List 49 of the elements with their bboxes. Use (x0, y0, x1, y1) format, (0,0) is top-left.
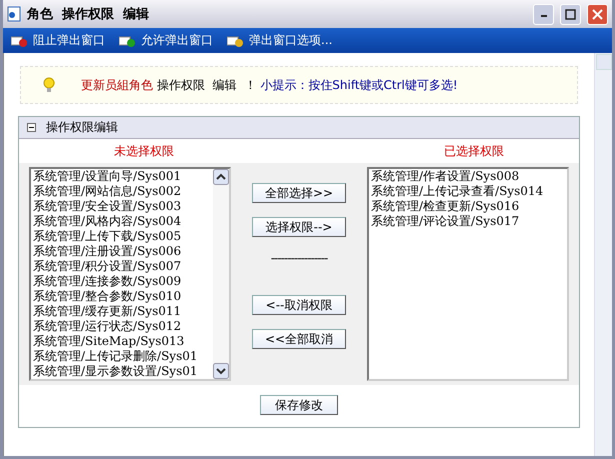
list-item[interactable]: 系统管理/缓存更新/Sys011 (33, 304, 213, 319)
window-icon (7, 6, 21, 22)
list-item[interactable]: 系统管理/安全设置/Sys003 (33, 199, 213, 214)
list-item[interactable]: 系统管理/SiteMap/Sys013 (33, 334, 213, 349)
minimize-button[interactable] (533, 4, 554, 24)
toolbar-item[interactable]: 弹出窗口选项... (227, 32, 332, 49)
list-item[interactable]: 系统管理/积分设置/Sys007 (33, 259, 213, 274)
list-item[interactable]: 系统管理/作者设置/Sys008 (371, 169, 567, 184)
list-item[interactable]: 系统管理/检查更新/Sys016 (371, 199, 567, 214)
maximize-button[interactable] (560, 4, 581, 24)
action-text: 操作权限 编辑 ！ (157, 76, 256, 94)
window-title: 角色 操作权限 编辑 (27, 6, 150, 23)
permission-list[interactable]: 系统管理/作者设置/Sys008 系统管理/上传记录查看/Sys014 系统管理/检查更新/Sys016 系统管理/评论设置/Sys017 (367, 167, 569, 381)
list-item[interactable]: 系统管理/设置向导/Sys001 (33, 169, 213, 184)
list-item[interactable]: 系统管理/显示参数设置/Sys01 (33, 364, 213, 379)
panel-title: 操作权限编辑 (46, 119, 118, 136)
maximize-icon (565, 8, 576, 20)
scroll-down-icon[interactable] (213, 363, 229, 379)
move-button[interactable]: 选择权限--> (252, 217, 346, 237)
remove-button[interactable]: <<全部取消 (252, 329, 346, 349)
options-icon (227, 34, 243, 46)
scroll-up-icon[interactable] (213, 169, 229, 185)
permission-list[interactable] (29, 167, 231, 381)
list-item[interactable]: 系统管理/评论设置/Sys017 (371, 214, 567, 229)
list-item[interactable]: 系统管理/注册设置/Sys006 (33, 244, 213, 259)
remove-button[interactable]: <--取消权限 (252, 295, 346, 315)
list-item[interactable]: 系统管理/上传下载/Sys005 (33, 229, 213, 244)
list-item[interactable]: 系统管理/运行状态/Sys012 (33, 319, 213, 334)
hint-text: 小提示：按住Shift键或Ctrl键可多选! (260, 76, 458, 94)
list-item[interactable]: 系统管理/风格内容/Sys004 (33, 214, 213, 229)
column-heading: 未选择权限 (113, 142, 175, 160)
toolbar-item[interactable]: 允许弹出窗口 (119, 32, 213, 49)
blocked-window-icon (11, 34, 27, 46)
list-item[interactable]: 系统管理/上传记录查看/Sys014 (371, 184, 567, 199)
close-icon (592, 8, 603, 20)
list-item[interactable]: 系统管理/上传记录删除/Sys01 (33, 349, 213, 364)
move-button[interactable]: 全部选择>> (252, 183, 346, 203)
save-button[interactable]: 保存修改 (260, 395, 338, 415)
lightbulb-icon (43, 77, 55, 93)
role-name: 更新员組角色 (81, 76, 153, 94)
allowed-window-icon (119, 34, 135, 46)
close-button[interactable] (587, 4, 608, 24)
list-item[interactable]: 系统管理/连接参数/Sys009 (33, 274, 213, 289)
column-heading: 已选择权限 (443, 142, 505, 160)
toolbar-item[interactable]: 阻止弹出窗口 (11, 32, 105, 49)
list-item[interactable]: 系统管理/网站信息/Sys002 (33, 184, 213, 199)
separator-text: ----------------- (270, 251, 328, 265)
collapse-icon[interactable] (27, 123, 36, 132)
list-item[interactable]: 系统管理/整合参数/Sys010 (33, 289, 213, 304)
